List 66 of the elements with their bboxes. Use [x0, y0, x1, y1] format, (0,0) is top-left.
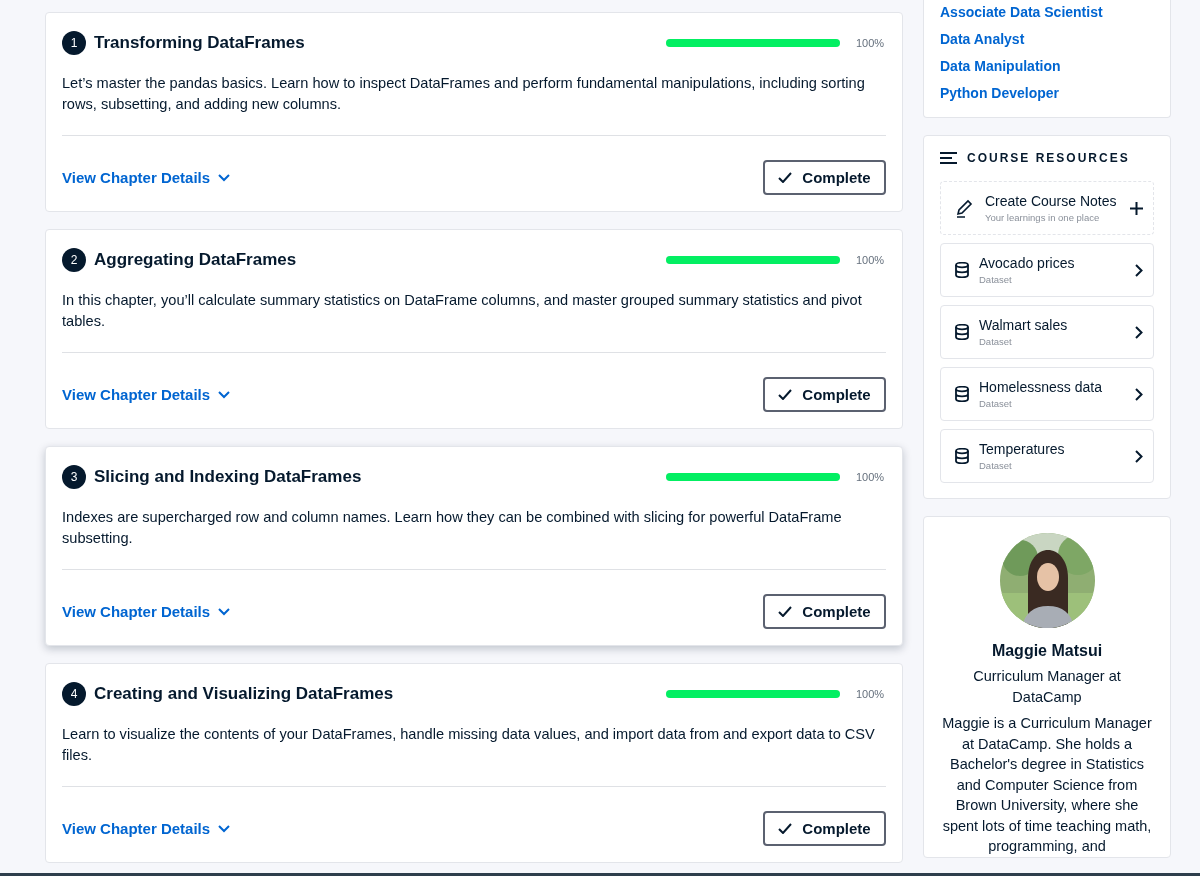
- track-link[interactable]: Python Developer: [940, 85, 1154, 101]
- chapter-description: Let’s master the pandas basics. Learn how to inspect DataFrames and perform fundamental manipulations, including sorting rows, subsetting, and adding new columns.: [62, 73, 886, 136]
- menu-lines-icon: [940, 152, 957, 164]
- plus-icon: [1130, 201, 1143, 215]
- dataset-name: Temperatures: [979, 441, 1066, 457]
- check-icon: [778, 823, 793, 834]
- view-details-link[interactable]: View Chapter Details: [62, 820, 231, 837]
- progress-percent: 100%: [856, 471, 886, 483]
- instructor-bio: Maggie is a Curriculum Manager at DataCamp. She holds a Bachelor's degree in Statistics and Computer Science from Brown University, where she spent lots of time teaching math, programming, and: [941, 714, 1153, 856]
- view-details-link[interactable]: View Chapter Details: [62, 603, 231, 620]
- notes-title: Create Course Notes: [985, 193, 1118, 209]
- dataset-item[interactable]: Walmart sales Dataset: [940, 305, 1154, 359]
- track-link[interactable]: Associate Data Scientist: [940, 4, 1154, 20]
- complete-button[interactable]: Complete: [763, 594, 886, 629]
- notes-subtitle: Your learnings in one place: [985, 212, 1101, 223]
- dataset-item[interactable]: Avocado prices Dataset: [940, 243, 1154, 297]
- view-details-link[interactable]: View Chapter Details: [62, 386, 231, 403]
- view-details-link[interactable]: View Chapter Details: [62, 169, 231, 186]
- chapter-number: 3: [62, 465, 86, 489]
- dataset-item[interactable]: Temperatures Dataset: [940, 429, 1154, 483]
- chevron-right-icon: [1135, 387, 1143, 401]
- chapter-title: Transforming DataFrames: [94, 33, 306, 53]
- chevron-right-icon: [1135, 325, 1143, 339]
- chapter-description: Learn to visualize the contents of your DataFrames, handle missing data values, and import data from and export data to CSV files.: [62, 724, 886, 787]
- dataset-type: Dataset: [979, 460, 1013, 471]
- track-link[interactable]: Data Manipulation: [940, 58, 1154, 74]
- progress-percent: 100%: [856, 254, 886, 266]
- chevron-down-icon: [218, 824, 231, 833]
- progress-percent: 100%: [856, 688, 886, 700]
- dataset-type: Dataset: [979, 336, 1013, 347]
- instructor-role: Curriculum Manager at DataCamp: [972, 667, 1122, 707]
- chevron-down-icon: [218, 607, 231, 616]
- chevron-down-icon: [218, 390, 231, 399]
- database-icon: [955, 324, 969, 340]
- dataset-type: Dataset: [979, 274, 1013, 285]
- chevron-right-icon: [1135, 263, 1143, 277]
- chevron-down-icon: [218, 173, 231, 182]
- database-icon: [955, 262, 969, 278]
- check-icon: [778, 389, 793, 400]
- chapter-title: Creating and Visualizing DataFrames: [94, 684, 395, 704]
- complete-button[interactable]: Complete: [763, 160, 886, 195]
- database-icon: [955, 448, 969, 464]
- create-notes-item[interactable]: Create Course Notes Your learnings in one place: [940, 181, 1154, 235]
- dataset-type: Dataset: [979, 398, 1013, 409]
- instructor-name: Maggie Matsui: [991, 642, 1103, 660]
- chevron-right-icon: [1135, 449, 1143, 463]
- check-icon: [778, 172, 793, 183]
- chapter-number: 2: [62, 248, 86, 272]
- track-link[interactable]: Data Analyst: [940, 31, 1154, 47]
- chapter-title: Aggregating DataFrames: [94, 250, 298, 270]
- chapter-number: 4: [62, 682, 86, 706]
- complete-button[interactable]: Complete: [763, 811, 886, 846]
- dataset-item[interactable]: Homelessness data Dataset: [940, 367, 1154, 421]
- check-icon: [778, 606, 793, 617]
- pencil-icon: [955, 198, 975, 218]
- chapter-description: Indexes are supercharged row and column names. Learn how they can be combined with slicing for powerful DataFrame subsetting.: [62, 507, 886, 570]
- dataset-name: Homelessness data: [979, 379, 1103, 395]
- database-icon: [955, 386, 969, 402]
- dataset-name: Avocado prices: [979, 255, 1076, 271]
- dataset-name: Walmart sales: [979, 317, 1069, 333]
- chapter-number: 1: [62, 31, 86, 55]
- progress-percent: 100%: [856, 37, 886, 49]
- chapter-title: Slicing and Indexing DataFrames: [94, 467, 363, 487]
- complete-button[interactable]: Complete: [763, 377, 886, 412]
- chapter-description: In this chapter, you’ll calculate summary statistics on DataFrame columns, and master grouped summary statistics and pivot tables.: [62, 290, 886, 353]
- resources-title: COURSE RESOURCES: [967, 151, 1130, 165]
